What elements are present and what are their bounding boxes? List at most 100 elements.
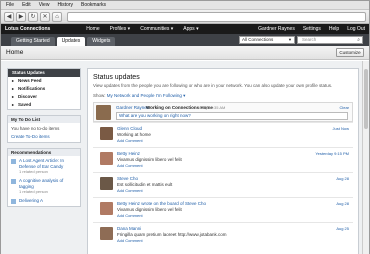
help-link[interactable]: Help (329, 26, 339, 32)
sidebar-item-discover[interactable]: ▸ Discover (8, 93, 80, 101)
add-comment-link[interactable]: Add Comment (117, 213, 143, 218)
nav-home[interactable]: Home (86, 26, 99, 32)
post-time: Aug 28 (336, 176, 349, 181)
back-icon[interactable]: ◀ (4, 11, 14, 22)
post-text: Vivamus dignissim libero vel felit (117, 157, 182, 162)
status-updates-panel: Status updates View updates from the peo… (87, 68, 359, 254)
current-user-name[interactable]: Gardner Raynes (116, 105, 149, 110)
add-comment-link[interactable]: Add Comment (117, 163, 143, 168)
menu-history[interactable]: History (57, 2, 73, 8)
list-item: Delivering A (8, 196, 80, 206)
post-author[interactable]: Glenn Cloud (117, 126, 142, 131)
related-count: 1 related person (19, 169, 48, 174)
page-title: Home (6, 49, 24, 56)
sidebar-item-label: News Feed (18, 78, 42, 83)
chevron-down-icon: ▼ (288, 36, 292, 42)
filter-label: Show: (93, 93, 106, 98)
avatar[interactable] (100, 177, 113, 190)
post-text: Est sollicitudin et mattis eult (117, 182, 173, 187)
sidebar-item-label: Discover (18, 94, 38, 99)
todo-empty-text: You have no to-do items (11, 126, 60, 131)
post-time: Aug 25 (336, 226, 349, 231)
brand-logo: Lotus Connections (5, 26, 51, 32)
post-time: Just Now (332, 126, 349, 131)
post-author[interactable]: Betty Heinz (117, 151, 140, 156)
browser-toolbar: ◀ ▶ ↻ ✕ ⌂ (1, 10, 369, 24)
search-input[interactable]: Search ⌕ (297, 35, 363, 44)
add-comment-link[interactable]: Add Comment (117, 238, 143, 243)
todo-title: My To Do List (8, 116, 80, 123)
page-header: Home Customize (1, 46, 369, 60)
section-description: View updates from the people you are fol… (93, 83, 333, 88)
address-bar[interactable] (67, 11, 366, 22)
top-navigation: Lotus Connections Home Profiles ▾ Commun… (1, 24, 369, 34)
search-scope-select[interactable]: All Connections ▼ (239, 35, 295, 44)
stop-icon[interactable]: ✕ (40, 11, 50, 22)
sidebar-item-label: Saved (18, 102, 32, 107)
filter-row: Show: My Network and People I'm Followin… (93, 93, 358, 99)
updates-nav-panel: Status Updates ▸ News Feed ▸ Notifications… (7, 68, 81, 110)
post-text: Vivamus dignissim libero vel felit (117, 207, 182, 212)
related-count: 1 related person (19, 189, 48, 194)
avatar[interactable] (100, 152, 113, 165)
search-scope-value: All Connections (242, 36, 274, 42)
scrollbar[interactable] (362, 61, 368, 254)
post-author[interactable]: Steve Cho (117, 176, 138, 181)
menu-edit[interactable]: Edit (22, 2, 31, 8)
status-list: Glenn Cloud Working at home Add Comment Jus… (88, 122, 358, 247)
menu-bookmarks[interactable]: Bookmarks (81, 2, 106, 8)
settings-link[interactable]: Settings (303, 26, 321, 32)
clear-status-link[interactable]: Clear (339, 105, 349, 110)
menu-file[interactable]: File (6, 2, 14, 8)
avatar[interactable] (100, 202, 113, 215)
forward-icon[interactable]: ▶ (16, 11, 26, 22)
reload-icon[interactable]: ↻ (28, 11, 38, 22)
tab-bar: Getting Started Updates Widgets All Conn… (1, 34, 369, 46)
list-item: A cognitive analysis of tagging 1 related… (8, 176, 80, 196)
add-comment-link[interactable]: Add Comment (117, 138, 143, 143)
tab-updates[interactable]: Updates (56, 37, 86, 46)
nav-profiles[interactable]: Profiles ▾ (110, 26, 131, 32)
nav-apps[interactable]: Apps ▾ (183, 26, 198, 32)
post-time: Yesterday 9:15 PM (315, 151, 349, 156)
add-comment-link[interactable]: Add Comment (117, 188, 143, 193)
user-name-link[interactable]: Gardner Raynes (258, 26, 295, 32)
recommendation-link[interactable]: Delivering A (19, 198, 43, 204)
browser-window: File Edit View History Bookmarks ◀ ▶ ↻ ✕… (0, 0, 370, 254)
post-author[interactable]: Betty Heinz wrote on the board of Steve … (117, 201, 206, 206)
status-input[interactable]: What are you working on right now? (116, 112, 348, 120)
recommendation-link[interactable]: A Lost Agent Article: In Defense of Ear … (19, 158, 77, 169)
tab-getting-started[interactable]: Getting Started (11, 37, 55, 46)
section-title: Status updates (93, 74, 140, 81)
recommendations-title: Recommendations (8, 149, 80, 156)
status-time: Today 11:35 AM (197, 105, 226, 110)
sidebar-item-saved[interactable]: ▸ Saved (8, 101, 80, 109)
sidebar-item-label: Notifications (18, 86, 46, 91)
recommendations-panel: Recommendations A Lost Agent Article: In… (7, 148, 81, 207)
create-todo-link[interactable]: Create To-Do items (8, 134, 80, 142)
avatar[interactable] (100, 127, 113, 140)
post-text: Fringilla quam pretium laoreet http://ww… (117, 232, 227, 237)
page-body: Status Updates ▸ News Feed ▸ Notifications… (1, 61, 369, 254)
sidebar-item-status-updates[interactable]: Status Updates (8, 69, 80, 77)
document-icon (11, 199, 16, 204)
filter-dropdown[interactable]: My Network and People I'm Following ▾ (107, 93, 186, 98)
customize-button[interactable]: Customize (336, 48, 364, 57)
avatar[interactable] (100, 227, 113, 240)
tab-widgets[interactable]: Widgets (87, 37, 116, 46)
logout-link[interactable]: Log Out (347, 26, 365, 32)
nav-communities[interactable]: Communities ▾ (140, 26, 173, 32)
list-item: Steve Cho Est sollicitudin et mattis eult… (93, 172, 353, 197)
list-item: Betty Heinz Vivamus dignissim libero vel … (93, 147, 353, 172)
list-item: A Lost Agent Article: In Defense of Ear … (8, 156, 80, 176)
scrollbar-thumb[interactable] (364, 69, 368, 129)
sidebar-item-news-feed[interactable]: ▸ News Feed (8, 77, 80, 85)
home-icon[interactable]: ⌂ (52, 11, 62, 22)
sidebar-item-notifications[interactable]: ▸ Notifications (8, 85, 80, 93)
list-item: Glenn Cloud Working at home Add Comment Jus… (93, 122, 353, 147)
recommendation-link[interactable]: A cognitive analysis of tagging (19, 178, 77, 189)
post-author[interactable]: Dana Manni (117, 226, 141, 231)
status-composer: Gardner Raynes Working on Connections Ho… (93, 102, 353, 122)
search-icon[interactable]: ⌕ (357, 37, 360, 43)
menu-view[interactable]: View (39, 2, 50, 8)
